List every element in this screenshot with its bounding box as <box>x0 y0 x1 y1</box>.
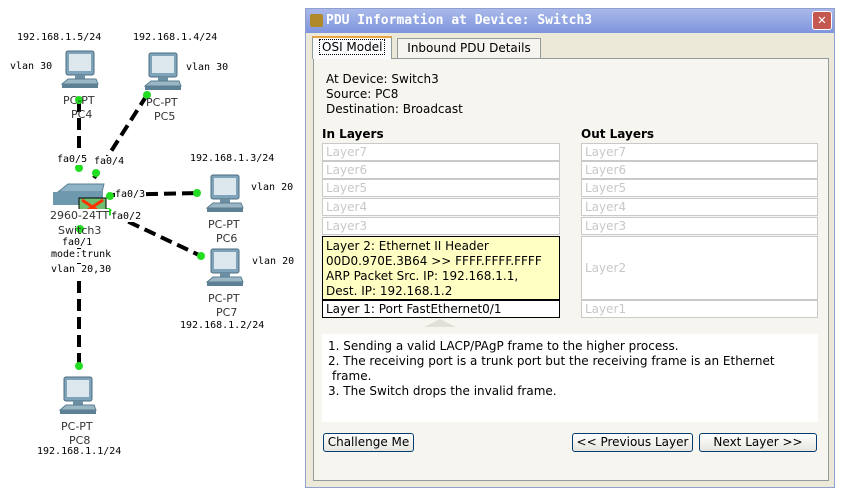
pdu-envelope-icon <box>310 14 323 27</box>
mode-label: mode:trunk <box>51 249 112 260</box>
in-layer-1[interactable]: Layer 1: Port FastEthernet0/1 <box>322 300 560 318</box>
link-light <box>75 164 83 172</box>
layer2-line: ARP Packet Src. IP: 192.168.1.1, <box>326 269 519 283</box>
out-layer-3[interactable]: Layer3 <box>581 217 818 235</box>
out-layer-4[interactable]: Layer4 <box>581 198 818 216</box>
destination: Destination: Broadcast <box>326 102 463 116</box>
port-label-fa05: fa0/5 <box>57 154 88 165</box>
in-layer-7[interactable]: Layer7 <box>322 143 560 161</box>
dialog-title: PDU Information at Device: Switch3 <box>326 13 593 28</box>
ip-label-pc8: 192.168.1.1/24 <box>37 446 122 457</box>
source: Source: PC8 <box>326 87 399 101</box>
out-layer-6[interactable]: Layer6 <box>581 161 818 179</box>
pc-model: PC-PT <box>146 96 178 109</box>
pc-name: PC6 <box>216 232 238 245</box>
link-light <box>193 189 201 197</box>
pc-model: PC-PT <box>63 94 95 107</box>
port-label-fa01: fa0/1 <box>62 237 93 248</box>
out-layer-7[interactable]: Layer7 <box>581 143 818 161</box>
out-layer-1[interactable]: Layer1 <box>581 300 818 318</box>
tab-osi-model[interactable]: OSI Model <box>312 36 393 59</box>
tab-label: OSI Model <box>319 39 386 55</box>
up-arrow-icon <box>424 319 456 327</box>
vlan-label-trunk: vlan 20,30 <box>51 264 112 275</box>
switch-name: Switch3 <box>58 224 102 237</box>
pc-icon[interactable] <box>60 50 100 92</box>
switch-model: 2960-24TT <box>50 209 110 222</box>
tab-inbound-pdu-details[interactable]: Inbound PDU Details <box>397 38 541 58</box>
in-layer-5[interactable]: Layer5 <box>322 179 560 197</box>
pc-name: PC8 <box>69 434 91 447</box>
link-light <box>75 362 83 370</box>
previous-layer-button[interactable]: << Previous Layer <box>572 433 693 452</box>
pdu-summary: At Device: Switch3 Source: PC8 Destinati… <box>326 72 463 117</box>
description-line: 1. Sending a valid LACP/PAgP frame to th… <box>328 339 679 353</box>
layer2-line: 00D0.970E.3B64 >> FFFF.FFFF.FFFF <box>326 254 542 268</box>
link-light <box>197 252 205 260</box>
in-layer-3[interactable]: Layer3 <box>322 217 560 235</box>
vlan-label-pc5: vlan 30 <box>186 62 229 73</box>
at-device: At Device: Switch3 <box>326 72 439 86</box>
in-layer-6[interactable]: Layer6 <box>322 161 560 179</box>
challenge-me-button[interactable]: Challenge Me <box>323 433 414 452</box>
layer2-line: Dest. IP: 192.168.1.2 <box>326 284 453 298</box>
ip-label-pc6: 192.168.1.3/24 <box>190 153 275 164</box>
pc-name: PC5 <box>154 110 176 123</box>
pc-icon[interactable] <box>143 52 183 94</box>
pdu-info-dialog: PDU Information at Device: Switch3 ✕ OSI… <box>305 8 835 488</box>
port-label-fa04: fa0/4 <box>94 156 125 167</box>
out-layer-5[interactable]: Layer5 <box>581 179 818 197</box>
pc-name: PC4 <box>71 108 93 121</box>
link-light <box>92 169 100 177</box>
description-line: frame. <box>332 369 372 383</box>
pc-icon[interactable] <box>58 376 98 418</box>
out-layer-2[interactable]: Layer2 <box>581 236 818 300</box>
layer2-line: Layer 2: Ethernet II Header <box>326 239 489 253</box>
pc-model: PC-PT <box>61 420 93 433</box>
osi-panel: At Device: Switch3 Source: PC8 Destinati… <box>313 58 829 481</box>
pc-model: PC-PT <box>208 292 240 305</box>
ip-label-pc4: 192.168.1.5/24 <box>17 32 102 43</box>
description-line: 2. The receiving port is a trunk port bu… <box>328 354 775 368</box>
close-button[interactable]: ✕ <box>812 11 832 30</box>
description-line: 3. The Switch drops the invalid frame. <box>328 384 557 398</box>
dialog-title-bar[interactable]: PDU Information at Device: Switch3 ✕ <box>306 9 834 33</box>
pc-name: PC7 <box>216 306 238 319</box>
out-layers-header: Out Layers <box>581 127 655 141</box>
pc-icon[interactable] <box>205 248 245 290</box>
in-layers-header: In Layers <box>322 127 384 141</box>
vlan-label-pc4: vlan 30 <box>10 61 53 72</box>
layer-description: 1. Sending a valid LACP/PAgP frame to th… <box>322 334 818 422</box>
ip-label-pc7: 192.168.1.2/24 <box>180 320 265 331</box>
vlan-label-pc6: vlan 20 <box>251 182 294 193</box>
port-label-fa02: fa0/2 <box>111 211 142 222</box>
port-label-fa03: fa0/3 <box>115 189 146 200</box>
pc-model: PC-PT <box>208 218 240 231</box>
vlan-label-pc7: vlan 20 <box>252 256 295 267</box>
link-light <box>106 192 114 200</box>
next-layer-button[interactable]: Next Layer >> <box>699 433 817 452</box>
in-layer-2[interactable]: Layer 2: Ethernet II Header 00D0.970E.3B… <box>322 236 560 300</box>
ip-label-pc5: 192.168.1.4/24 <box>133 32 218 43</box>
in-layer-4[interactable]: Layer4 <box>322 198 560 216</box>
pc-icon[interactable] <box>205 174 245 216</box>
